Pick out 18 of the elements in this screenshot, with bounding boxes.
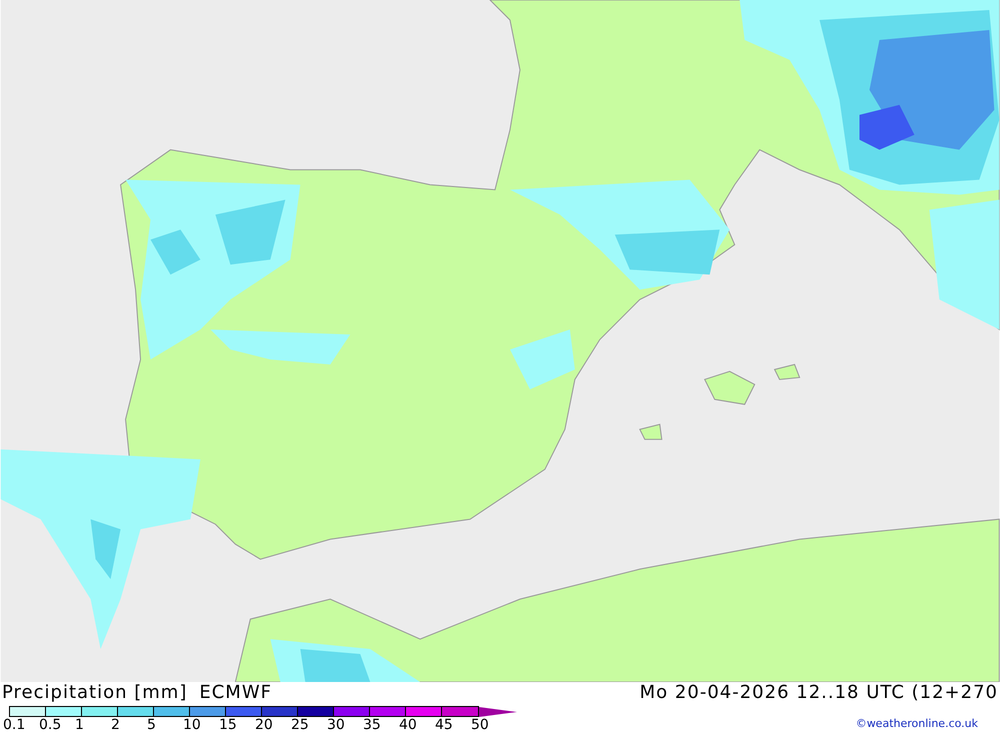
- scale-tick-label: 20: [255, 717, 273, 733]
- scale-tick-label: 45: [435, 717, 453, 733]
- valid-time: Mo 20-04-2026 12..18 UTC (12+270: [640, 682, 998, 704]
- scale-tick-label: 50: [471, 717, 489, 733]
- scale-tick-label: 35: [363, 717, 381, 733]
- model-name: ECMWF: [199, 682, 272, 704]
- credit-link[interactable]: ©weatheronline.co.uk: [856, 717, 978, 731]
- scale-tick-label: 40: [399, 717, 417, 733]
- scale-tick-label: 25: [291, 717, 309, 733]
- scale-tick-label: 15: [219, 717, 237, 733]
- scale-tick-label: 0.1: [3, 717, 26, 733]
- scale-tick-label: 5: [147, 717, 156, 733]
- map-title: Precipitation [mm]: [2, 682, 188, 704]
- scale-tick-label: 0.5: [39, 717, 62, 733]
- scale-tick-label: 10: [183, 717, 201, 733]
- scale-tick-label: 2: [111, 717, 120, 733]
- scale-tick-label: 30: [327, 717, 345, 733]
- scale-tick-label: 1: [75, 717, 84, 733]
